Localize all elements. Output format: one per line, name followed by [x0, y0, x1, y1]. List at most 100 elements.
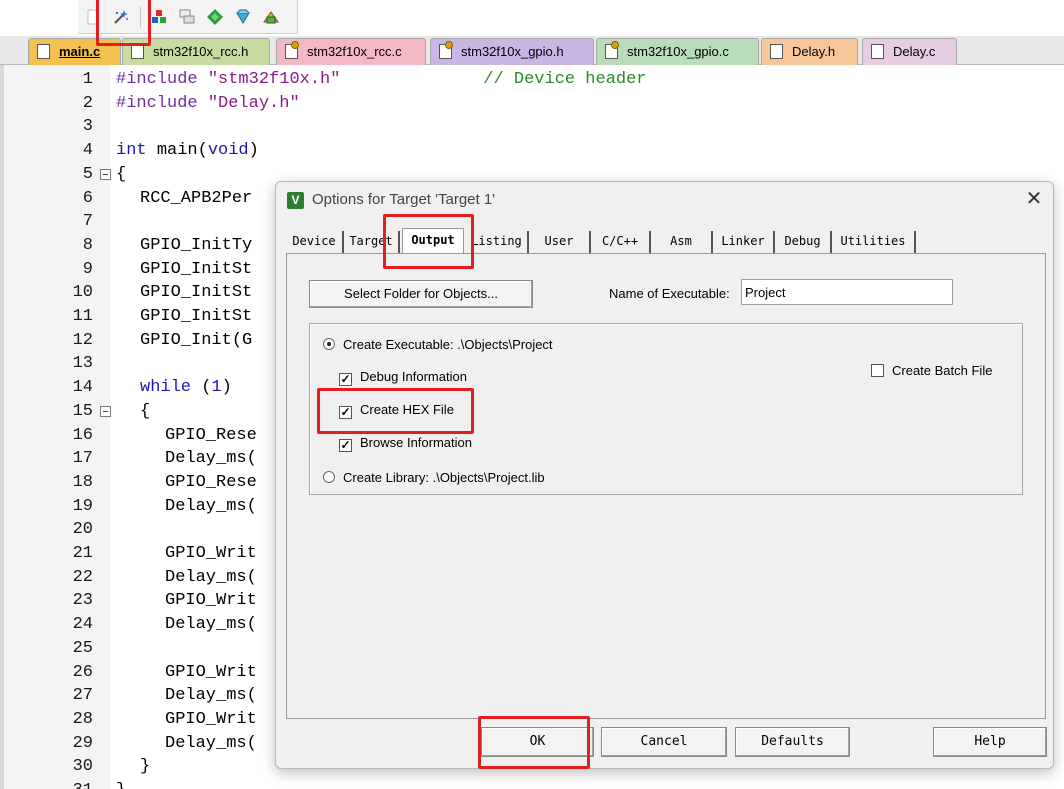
file-tab-stm32f10x-gpio-c[interactable]: stm32f10x_gpio.c [596, 38, 759, 65]
tab-debug[interactable]: Debug [775, 231, 832, 253]
fold-collapse-icon[interactable] [100, 168, 111, 180]
file-tab-label: main.c [59, 44, 101, 59]
line-number: 10 [72, 283, 93, 303]
line-number: 11 [72, 307, 93, 326]
file-tab-main-c[interactable]: main.c [28, 38, 121, 65]
download-gem-icon[interactable] [234, 8, 252, 26]
fold-collapse-icon[interactable] [100, 405, 111, 417]
function-name: main( [156, 141, 208, 161]
line-number: 27 [72, 686, 93, 706]
stacked-windows-icon[interactable] [178, 8, 196, 26]
line-number: 5 [82, 164, 93, 184]
line-number: 14 [72, 378, 93, 398]
defaults-button[interactable]: Defaults [735, 727, 850, 757]
tab-asm[interactable]: Asm [651, 231, 713, 253]
file-tab-stm32f10x-rcc-c[interactable]: stm32f10x_rcc.c [276, 38, 426, 65]
cancel-button[interactable]: Cancel [601, 727, 727, 757]
select-folder-button[interactable]: Select Folder for Objects... [309, 280, 533, 308]
line-number: 28 [72, 709, 93, 729]
file-tab-label: Delay.c [893, 44, 936, 59]
green-diamond-icon[interactable] [206, 8, 224, 26]
debug-information-checkbox[interactable]: ✓ Debug Information [339, 369, 467, 386]
c-file-gear-icon [605, 41, 619, 59]
line-number: 31 [0, 779, 93, 789]
tab-output[interactable]: Output [402, 228, 464, 255]
blank-doc-icon[interactable] [84, 8, 102, 26]
radio-button[interactable] [323, 471, 335, 483]
keyword: void [207, 141, 249, 161]
radio-button[interactable] [323, 338, 335, 350]
create-library-radio[interactable]: Create Library: .\Objects\Project.lib [323, 470, 545, 486]
keil-logo-icon: V [287, 192, 304, 209]
code-line: 4 int main(void) [0, 139, 1064, 163]
code-text: GPIO_Rese [165, 425, 257, 445]
ok-button[interactable]: OK [481, 727, 594, 757]
code-text: GPIO_Writ [165, 662, 257, 682]
line-number: 22 [72, 567, 93, 587]
create-batch-file-checkbox[interactable]: Create Batch File [871, 363, 992, 379]
code-line: 31} [0, 779, 1064, 789]
file-tab-label: Delay.h [792, 44, 836, 59]
build-blocks-icon[interactable] [262, 8, 280, 26]
tab-utilities[interactable]: Utilities [832, 231, 916, 253]
checkbox-unchecked[interactable] [871, 364, 884, 377]
line-number: 4 [82, 141, 93, 161]
line-number: 13 [72, 354, 93, 374]
close-icon[interactable]: ✕ [1022, 188, 1046, 212]
line-number: 15 [72, 401, 93, 421]
dialog-tab-strip: Device Target Output Listing User C/C++ … [286, 228, 1026, 255]
file-tab-delay-c[interactable]: Delay.c [862, 38, 957, 65]
line-number: 8 [82, 235, 93, 255]
checkbox-check-icon[interactable]: ✓ [339, 406, 352, 419]
code-text: GPIO_Rese [165, 472, 257, 492]
h-file-icon [770, 44, 783, 59]
create-hex-file-checkbox[interactable]: ✓ Create HEX File [339, 402, 454, 419]
tab-linker[interactable]: Linker [713, 231, 775, 253]
h-file-icon [131, 44, 144, 59]
checkbox-check-icon[interactable]: ✓ [339, 373, 352, 386]
line-number: 20 [72, 520, 93, 540]
code-text: { [116, 164, 127, 184]
tab-target[interactable]: Target [344, 231, 400, 253]
help-button[interactable]: Help [933, 727, 1047, 757]
code-text: Delay_ms( [165, 496, 257, 516]
line-number: 25 [72, 638, 93, 658]
file-tab-label: stm32f10x_gpio.c [627, 44, 729, 59]
colored-blocks-icon[interactable] [150, 8, 168, 26]
keyword: while [140, 378, 192, 398]
magic-wand-icon[interactable] [112, 8, 130, 26]
checkbox-check-icon[interactable]: ✓ [339, 439, 352, 452]
keyword: int [116, 141, 147, 161]
create-batch-file-label: Create Batch File [892, 363, 993, 378]
tab-listing[interactable]: Listing [466, 231, 529, 253]
code-line: 3 [0, 115, 1064, 139]
line-number: 3 [82, 117, 93, 137]
code-text: GPIO_InitTy [140, 235, 253, 255]
options-for-target-dialog: V Options for Target 'Target 1' ✕ Device… [275, 181, 1054, 769]
code-text: Delay_ms( [165, 567, 257, 587]
browse-information-checkbox[interactable]: ✓ Browse Information [339, 435, 472, 452]
line-number: 17 [72, 449, 93, 469]
toolbar [0, 0, 1064, 36]
executable-name-input[interactable] [741, 279, 953, 305]
file-tab-label: stm32f10x_rcc.h [153, 44, 249, 59]
tab-user[interactable]: User [529, 231, 591, 253]
create-executable-radio[interactable]: Create Executable: .\Objects\Project [323, 337, 553, 353]
code-text: GPIO_Writ [165, 709, 257, 729]
file-tab-delay-h[interactable]: Delay.h [761, 38, 858, 65]
code-text: ) [248, 141, 259, 161]
line-number: 23 [72, 591, 93, 611]
line-number: 21 [72, 544, 93, 563]
file-tab-stm32f10x-gpio-h[interactable]: stm32f10x_gpio.h [430, 38, 594, 65]
tab-device[interactable]: Device [286, 231, 344, 253]
create-executable-label: Create Executable: .\Objects\Project [343, 337, 553, 352]
create-hex-file-label: Create HEX File [360, 402, 454, 417]
code-line: 1 #include "stm32f10x.h" // Device header [0, 68, 1064, 92]
tab-c-cpp[interactable]: C/C++ [591, 231, 651, 253]
code-text: Delay_ms( [165, 449, 257, 469]
code-text: GPIO_Writ [165, 544, 257, 563]
file-tab-bar: main.c stm32f10x_rcc.h stm32f10x_rcc.c s… [0, 36, 1064, 65]
c-file-icon [37, 44, 50, 59]
line-number: 24 [72, 615, 93, 635]
file-tab-stm32f10x-rcc-h[interactable]: stm32f10x_rcc.h [122, 38, 270, 65]
